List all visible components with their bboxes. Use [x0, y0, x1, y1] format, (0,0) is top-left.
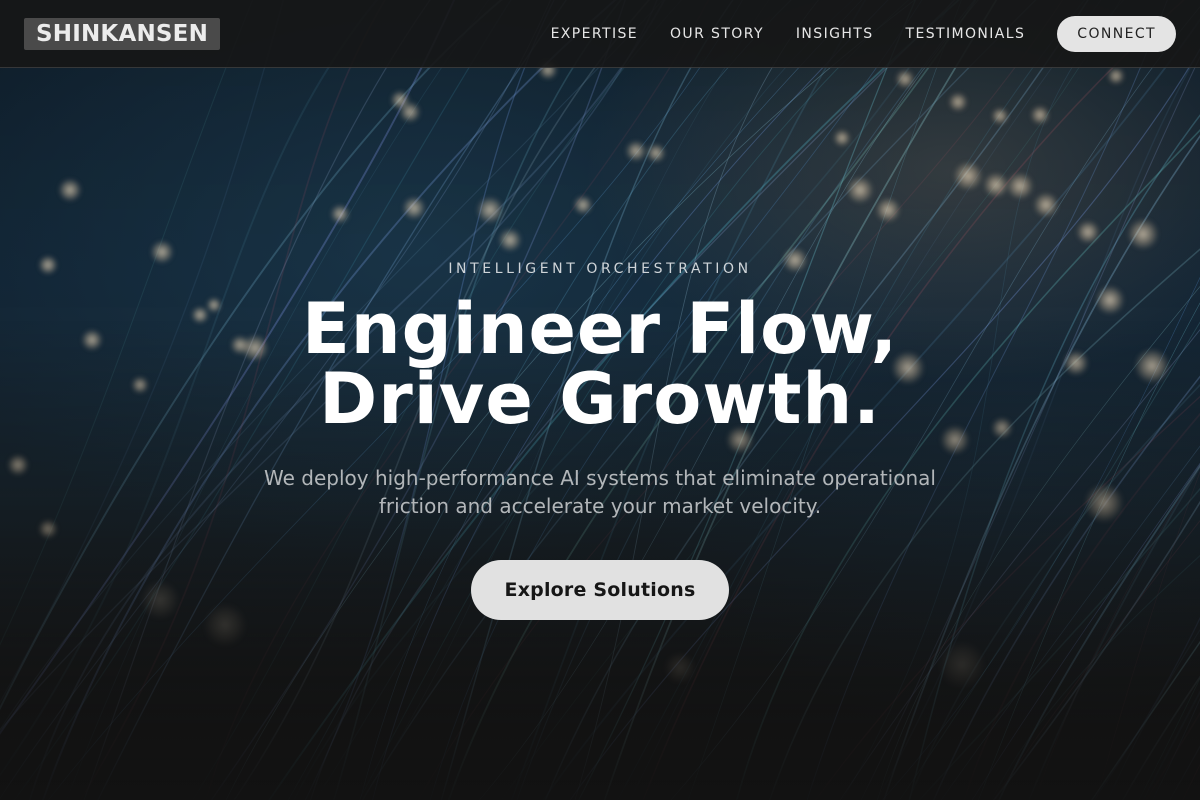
connect-button[interactable]: CONNECT — [1057, 15, 1176, 52]
hero-headline-line-2: Drive Growth. — [319, 358, 881, 440]
explore-solutions-button[interactable]: Explore Solutions — [471, 560, 729, 620]
nav-link-insights[interactable]: INSIGHTS — [796, 26, 874, 42]
hero-section: INTELLIGENT ORCHESTRATION Engineer Flow,… — [0, 68, 1200, 800]
hero-headline-line-1: Engineer Flow, — [301, 288, 899, 370]
top-navbar: SHINKANSEN EXPERTISE OUR STORY INSIGHTS … — [0, 0, 1200, 68]
hero-eyebrow: INTELLIGENT ORCHESTRATION — [448, 261, 752, 277]
hero-subtitle: We deploy high-performance AI systems th… — [264, 466, 936, 518]
nav-link-expertise[interactable]: EXPERTISE — [551, 26, 638, 42]
nav-link-our-story[interactable]: OUR STORY — [670, 26, 764, 42]
brand-logo[interactable]: SHINKANSEN — [24, 17, 221, 50]
nav-link-testimonials[interactable]: TESTIMONIALS — [906, 26, 1026, 42]
main-nav: EXPERTISE OUR STORY INSIGHTS TESTIMONIAL… — [551, 15, 1176, 52]
hero-headline: Engineer Flow, Drive Growth. — [0, 294, 1200, 434]
